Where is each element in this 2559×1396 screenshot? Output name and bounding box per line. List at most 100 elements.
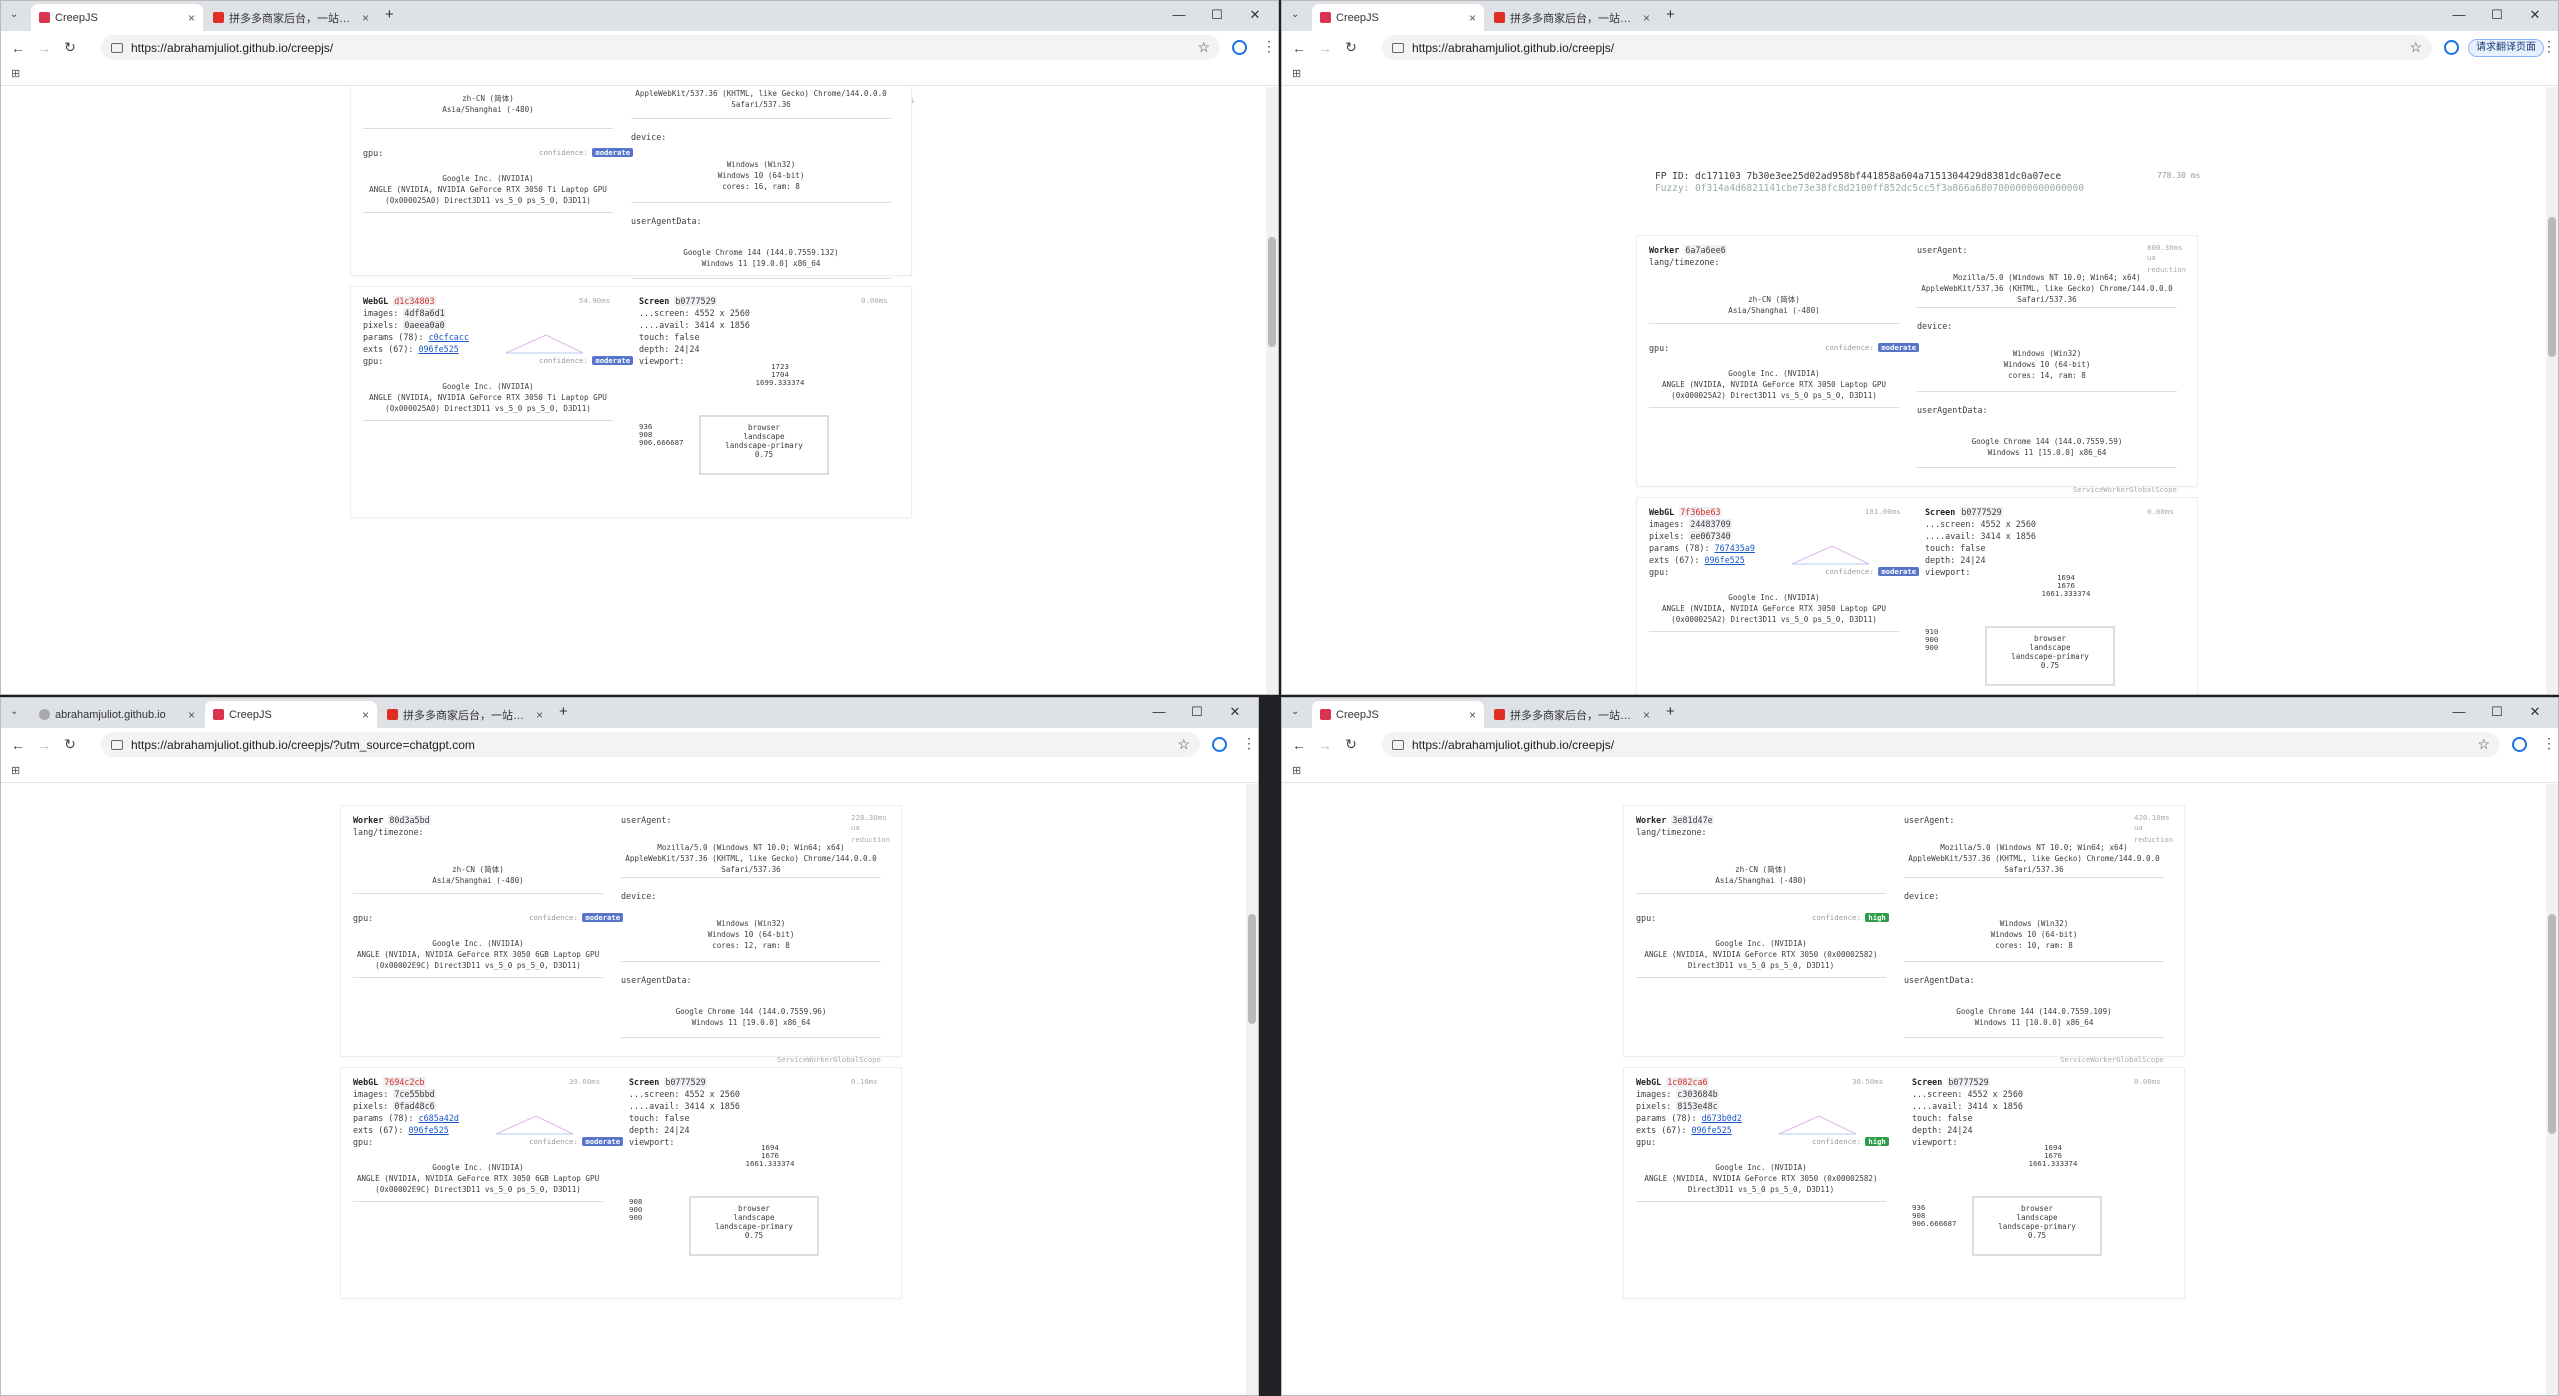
minimize-button[interactable]: —: [1160, 7, 1198, 23]
tab-search-icon[interactable]: ⌄: [10, 9, 18, 20]
kebab-menu-icon[interactable]: ⋮: [2542, 735, 2556, 752]
tab-creepjs[interactable]: CreepJS ×: [31, 4, 203, 31]
webgl-exts-hash[interactable]: 096fe525: [408, 1125, 448, 1135]
scrollbar-thumb[interactable]: [2548, 914, 2556, 1134]
scrollbar[interactable]: [1266, 87, 1278, 694]
tab-close-icon[interactable]: ×: [536, 708, 543, 722]
scrollbar-thumb[interactable]: [2548, 217, 2556, 357]
bookmark-star-icon[interactable]: ☆: [1197, 39, 1210, 56]
site-info-icon[interactable]: [111, 42, 123, 53]
url-text[interactable]: https://abrahamjuliot.github.io/creepjs/…: [131, 738, 475, 752]
scrollbar[interactable]: [2546, 87, 2558, 694]
webgl-exts-hash[interactable]: 096fe525: [1691, 1125, 1731, 1135]
webgl-exts-hash[interactable]: 096fe525: [418, 344, 458, 354]
url-text[interactable]: https://abrahamjuliot.github.io/creepjs/: [1412, 41, 1614, 55]
confidence-badge: high: [1865, 913, 1889, 922]
tab-close-icon[interactable]: ×: [362, 11, 369, 25]
tab-pinduoduo[interactable]: 拼多多商家后台，一站式店铺管 ×: [1486, 4, 1658, 31]
tab-close-icon[interactable]: ×: [1469, 708, 1476, 722]
close-button[interactable]: ✕: [1236, 7, 1274, 23]
reload-icon[interactable]: ↻: [1338, 736, 1364, 753]
minimize-button[interactable]: —: [2440, 704, 2478, 720]
new-tab-button[interactable]: +: [385, 6, 394, 23]
url-text[interactable]: https://abrahamjuliot.github.io/creepjs/: [131, 41, 333, 55]
minimize-button[interactable]: —: [2440, 7, 2478, 23]
new-tab-button[interactable]: +: [1666, 6, 1675, 23]
scrollbar[interactable]: [1246, 784, 1258, 1395]
bookmark-star-icon[interactable]: ☆: [2409, 39, 2422, 56]
back-icon[interactable]: ←: [5, 737, 31, 753]
site-info-icon[interactable]: [1392, 42, 1404, 53]
close-button[interactable]: ✕: [1216, 704, 1254, 720]
reload-icon[interactable]: ↻: [57, 736, 83, 753]
scrollbar-thumb[interactable]: [1248, 914, 1256, 1024]
tab-github[interactable]: abrahamjuliot.github.io ×: [31, 701, 203, 728]
forward-icon[interactable]: →: [1312, 737, 1338, 753]
webgl-params-hash[interactable]: c0cfcacc: [429, 332, 469, 342]
minimize-button[interactable]: —: [1140, 704, 1178, 720]
webgl-params-hash[interactable]: d673b0d2: [1702, 1113, 1742, 1123]
webgl-exts-hash[interactable]: 096fe525: [1704, 555, 1744, 565]
maximize-button[interactable]: ☐: [1178, 704, 1216, 720]
kebab-menu-icon[interactable]: ⋮: [1242, 735, 1256, 752]
kebab-menu-icon[interactable]: ⋮: [1262, 38, 1276, 55]
tab-search-icon[interactable]: ⌄: [10, 706, 18, 717]
webgl-params-hash[interactable]: c685a42d: [419, 1113, 459, 1123]
tab-creepjs[interactable]: CreepJS ×: [1312, 4, 1484, 31]
site-info-icon[interactable]: [111, 739, 123, 750]
tab-close-icon[interactable]: ×: [188, 708, 195, 722]
address-bar[interactable]: https://abrahamjuliot.github.io/creepjs/…: [101, 35, 1220, 60]
address-bar[interactable]: https://abrahamjuliot.github.io/creepjs/…: [1382, 35, 2432, 60]
translate-button[interactable]: 请求翻译页面: [2468, 39, 2544, 57]
bookmark-star-icon[interactable]: ☆: [2477, 736, 2490, 753]
tab-pinduoduo[interactable]: 拼多多商家后台，一站式店铺管 ×: [205, 4, 377, 31]
tab-close-icon[interactable]: ×: [1643, 11, 1650, 25]
tab-search-icon[interactable]: ⌄: [1291, 706, 1299, 717]
back-icon[interactable]: ←: [1286, 737, 1312, 753]
maximize-button[interactable]: ☐: [2478, 7, 2516, 23]
tab-pinduoduo[interactable]: 拼多多商家后台，一站式店铺管 ×: [1486, 701, 1658, 728]
apps-grid-icon[interactable]: ⊞: [1292, 67, 1301, 80]
forward-icon[interactable]: →: [31, 40, 57, 56]
apps-grid-icon[interactable]: ⊞: [11, 67, 20, 80]
back-icon[interactable]: ←: [5, 40, 31, 56]
apps-grid-icon[interactable]: ⊞: [1292, 764, 1301, 777]
user-agent-data-label: userAgentData:: [621, 975, 692, 985]
profile-icon[interactable]: [1232, 40, 1247, 55]
apps-grid-icon[interactable]: ⊞: [11, 764, 20, 777]
webgl-params-hash[interactable]: 767435a9: [1715, 543, 1755, 553]
profile-icon[interactable]: [2512, 737, 2527, 752]
tab-close-icon[interactable]: ×: [362, 708, 369, 722]
forward-icon[interactable]: →: [1312, 40, 1338, 56]
maximize-button[interactable]: ☐: [1198, 7, 1236, 23]
scrollbar-thumb[interactable]: [1268, 237, 1276, 347]
scrollbar[interactable]: [2546, 784, 2558, 1395]
new-tab-button[interactable]: +: [1666, 703, 1675, 720]
forward-icon[interactable]: →: [31, 737, 57, 753]
address-bar[interactable]: https://abrahamjuliot.github.io/creepjs/…: [101, 732, 1200, 757]
close-button[interactable]: ✕: [2516, 704, 2554, 720]
address-bar[interactable]: https://abrahamjuliot.github.io/creepjs/…: [1382, 732, 2500, 757]
profile-icon[interactable]: [2444, 40, 2459, 55]
tab-creepjs[interactable]: CreepJS ×: [205, 701, 377, 728]
tab-creepjs[interactable]: CreepJS ×: [1312, 701, 1484, 728]
url-text[interactable]: https://abrahamjuliot.github.io/creepjs/: [1412, 738, 1614, 752]
tab-close-icon[interactable]: ×: [188, 11, 195, 25]
bookmark-star-icon[interactable]: ☆: [1177, 736, 1190, 753]
lang-timezone-block: zh-CN (简体) Asia/Shanghai (-480): [1636, 850, 1886, 894]
close-button[interactable]: ✕: [2516, 7, 2554, 23]
kebab-menu-icon[interactable]: ⋮: [2542, 38, 2556, 55]
reload-icon[interactable]: ↻: [1338, 39, 1364, 56]
screen-screen: ...screen: 4552 x 2560: [629, 1089, 740, 1099]
tab-pinduoduo[interactable]: 拼多多商家后台，一站式店铺管 ×: [379, 701, 551, 728]
tab-close-icon[interactable]: ×: [1469, 11, 1476, 25]
new-tab-button[interactable]: +: [559, 703, 568, 720]
back-icon[interactable]: ←: [1286, 40, 1312, 56]
reload-icon[interactable]: ↻: [57, 39, 83, 56]
site-info-icon[interactable]: [1392, 739, 1404, 750]
maximize-button[interactable]: ☐: [2478, 704, 2516, 720]
profile-icon[interactable]: [1212, 737, 1227, 752]
tab-search-icon[interactable]: ⌄: [1291, 9, 1299, 20]
screen-depth: depth: 24|24: [629, 1125, 690, 1135]
tab-close-icon[interactable]: ×: [1643, 708, 1650, 722]
